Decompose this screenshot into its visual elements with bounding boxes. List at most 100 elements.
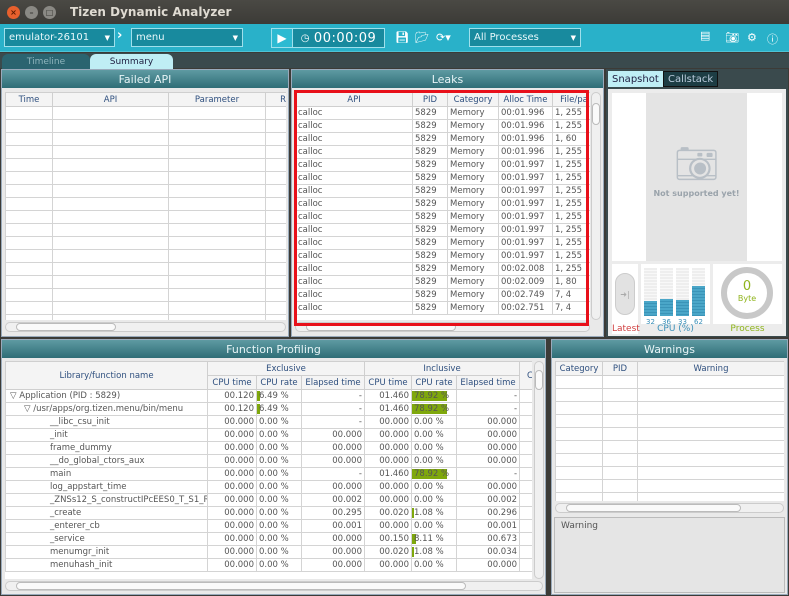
table-row[interactable]: calloc 5829 Memory 00:01.997 1, 255 (295, 210, 590, 224)
col-calls[interactable]: Ca (519, 361, 532, 390)
col-header[interactable]: CPU time (207, 375, 257, 390)
col-header[interactable]: CPU rate (411, 375, 457, 390)
info-icon[interactable]: ⓘ (767, 31, 778, 47)
table-row[interactable]: calloc 5829 Memory 00:02.009 1, 80 (295, 275, 590, 289)
scroll-thumb[interactable] (306, 323, 456, 331)
col-header[interactable]: Parameter (168, 92, 266, 107)
col-header[interactable]: Elapsed time (455, 375, 521, 390)
col-header[interactable]: PID (602, 361, 638, 376)
table-row[interactable] (5, 210, 286, 224)
table-row[interactable]: calloc 5829 Memory 00:01.997 1, 255 (295, 171, 590, 185)
camera-icon[interactable]: 📷︎ (725, 31, 739, 44)
table-row[interactable]: __libc_csu_init 00.000 0.00 % -00.000 0.00 %… (5, 415, 532, 429)
table-row[interactable]: frame_dummy 00.000 0.00 % 00.000 00.000 0.00 … (5, 441, 532, 455)
col-header[interactable]: File/pa (552, 92, 590, 107)
table-row[interactable]: calloc 5829 Memory 00:01.997 1, 255 (295, 249, 590, 263)
open-folder-icon[interactable]: 📂︎ (415, 31, 429, 44)
app-select[interactable]: menu ▼ (131, 28, 243, 47)
table-row[interactable]: __do_global_ctors_aux 00.000 0.00 % 00.000 0… (5, 454, 532, 468)
leaks-vscroll[interactable] (591, 92, 601, 320)
table-row[interactable] (555, 375, 784, 389)
col-header[interactable]: PID (412, 92, 448, 107)
table-row[interactable] (5, 262, 286, 276)
scroll-thumb[interactable] (592, 103, 600, 125)
table-row[interactable]: main 00.000 0.00 % -01.460 78.92 % - (5, 467, 532, 481)
table-row[interactable]: _service 00.000 0.00 % 00.000 00.150 8.11 % 00… (5, 532, 532, 546)
col-header[interactable]: Re (265, 92, 286, 107)
profiling-vscroll[interactable] (534, 361, 544, 579)
table-row[interactable] (555, 466, 784, 480)
table-row[interactable] (5, 275, 286, 289)
table-row[interactable] (5, 171, 286, 185)
close-window-button[interactable]: × (7, 5, 20, 19)
table-row[interactable] (555, 492, 784, 501)
table-row[interactable] (555, 453, 784, 467)
table-row[interactable] (5, 314, 286, 320)
table-row[interactable] (5, 132, 286, 146)
col-header[interactable]: CPU rate (256, 375, 302, 390)
table-row[interactable]: calloc 5829 Memory 00:01.996 1, 255 (295, 119, 590, 133)
tab-summary[interactable]: Summary (90, 54, 173, 69)
table-row[interactable]: calloc 5829 Memory 00:01.997 1, 255 (295, 197, 590, 211)
table-row[interactable] (555, 388, 784, 402)
gear-icon[interactable]: ⚙ (747, 31, 757, 44)
table-row[interactable]: calloc 5829 Memory 00:01.997 1, 255 (295, 236, 590, 250)
table-row[interactable]: _create 00.000 0.00 % 00.295 00.020 1.08 % 00.… (5, 506, 532, 520)
table-row[interactable] (5, 106, 286, 120)
tab-snapshot[interactable]: Snapshot (608, 71, 663, 87)
table-row[interactable]: _init 00.000 0.00 % 00.000 00.000 0.00 % 00.00… (5, 428, 532, 442)
table-row[interactable] (5, 249, 286, 263)
table-row[interactable] (5, 301, 286, 315)
col-header[interactable]: Time (5, 92, 53, 107)
table-row[interactable] (5, 119, 286, 133)
table-row[interactable]: calloc 5829 Memory 00:01.997 1, 255 (295, 223, 590, 237)
table-row[interactable] (5, 288, 286, 302)
report-icon[interactable]: ▤ (700, 29, 710, 42)
maximize-window-button[interactable]: □ (43, 5, 56, 19)
table-row[interactable] (555, 440, 784, 454)
tab-timeline[interactable]: Timeline (2, 54, 90, 69)
table-row[interactable]: calloc 5829 Memory 00:01.996 1, 255 (295, 145, 590, 159)
table-row[interactable] (5, 145, 286, 159)
col-header[interactable]: CPU time (364, 375, 412, 390)
expand-triangle-icon[interactable]: ▽ (10, 391, 19, 401)
scroll-thumb[interactable] (16, 323, 116, 331)
save-icon[interactable]: 💾︎ (395, 31, 409, 44)
table-row[interactable]: _ZNSs12_S_constructIPcEES0_T_S1_RK 00.000… (5, 493, 532, 507)
scroll-thumb[interactable] (535, 370, 543, 390)
table-row[interactable] (5, 197, 286, 211)
table-row[interactable] (5, 223, 286, 237)
col-function-name[interactable]: Library/function name (5, 361, 208, 390)
table-row[interactable]: menumgr_init 00.000 0.00 % 00.000 00.020 1.08… (5, 545, 532, 559)
table-row[interactable]: calloc 5829 Memory 00:02.008 1, 255 (295, 262, 590, 276)
table-row[interactable] (5, 158, 286, 172)
table-row[interactable]: calloc 5829 Memory 00:02.751 7, 4 (295, 301, 590, 315)
col-header[interactable]: Alloc Time (498, 92, 553, 107)
device-select[interactable]: emulator-26101 ▼ (4, 28, 115, 47)
scroll-thumb[interactable] (566, 504, 741, 512)
warnings-hscroll[interactable] (555, 503, 784, 513)
col-header[interactable]: Warning (637, 361, 784, 376)
table-row[interactable]: calloc 5829 Memory 00:01.996 1, 255 (295, 106, 590, 120)
table-row[interactable]: ▽ /usr/apps/org.tizen.menu/bin/menu 00.12… (5, 402, 532, 416)
col-header[interactable]: API (52, 92, 169, 107)
table-row[interactable]: calloc 5829 Memory 00:01.997 1, 255 (295, 158, 590, 172)
table-row[interactable]: ▽ Application (PID : 5829) 00.120 6.49 % -0… (5, 389, 532, 403)
table-row[interactable]: _enterer_cb 00.000 0.00 % 00.001 00.000 0.00 … (5, 519, 532, 533)
process-filter-select[interactable]: All Processes ▼ (469, 28, 581, 47)
failed-api-hscroll[interactable] (5, 322, 286, 332)
table-row[interactable] (555, 479, 784, 493)
col-header[interactable]: Elapsed time (301, 375, 365, 390)
table-row[interactable]: log_appstart_time 00.000 0.00 % 00.000 00.00… (5, 480, 532, 494)
tab-callstack[interactable]: Callstack (663, 71, 719, 87)
table-row[interactable] (555, 401, 784, 415)
table-row[interactable] (555, 414, 784, 428)
table-row[interactable] (5, 184, 286, 198)
table-row[interactable]: calloc 5829 Memory 00:01.997 1, 255 (295, 184, 590, 198)
scroll-thumb[interactable] (16, 582, 466, 590)
minimize-window-button[interactable]: – (25, 5, 38, 19)
profiling-hscroll[interactable] (5, 581, 543, 591)
table-row[interactable]: calloc 5829 Memory 00:01.996 1, 60 (295, 132, 590, 146)
col-header[interactable]: Category (447, 92, 499, 107)
table-row[interactable]: calloc 5829 Memory 00:02.749 7, 4 (295, 288, 590, 302)
